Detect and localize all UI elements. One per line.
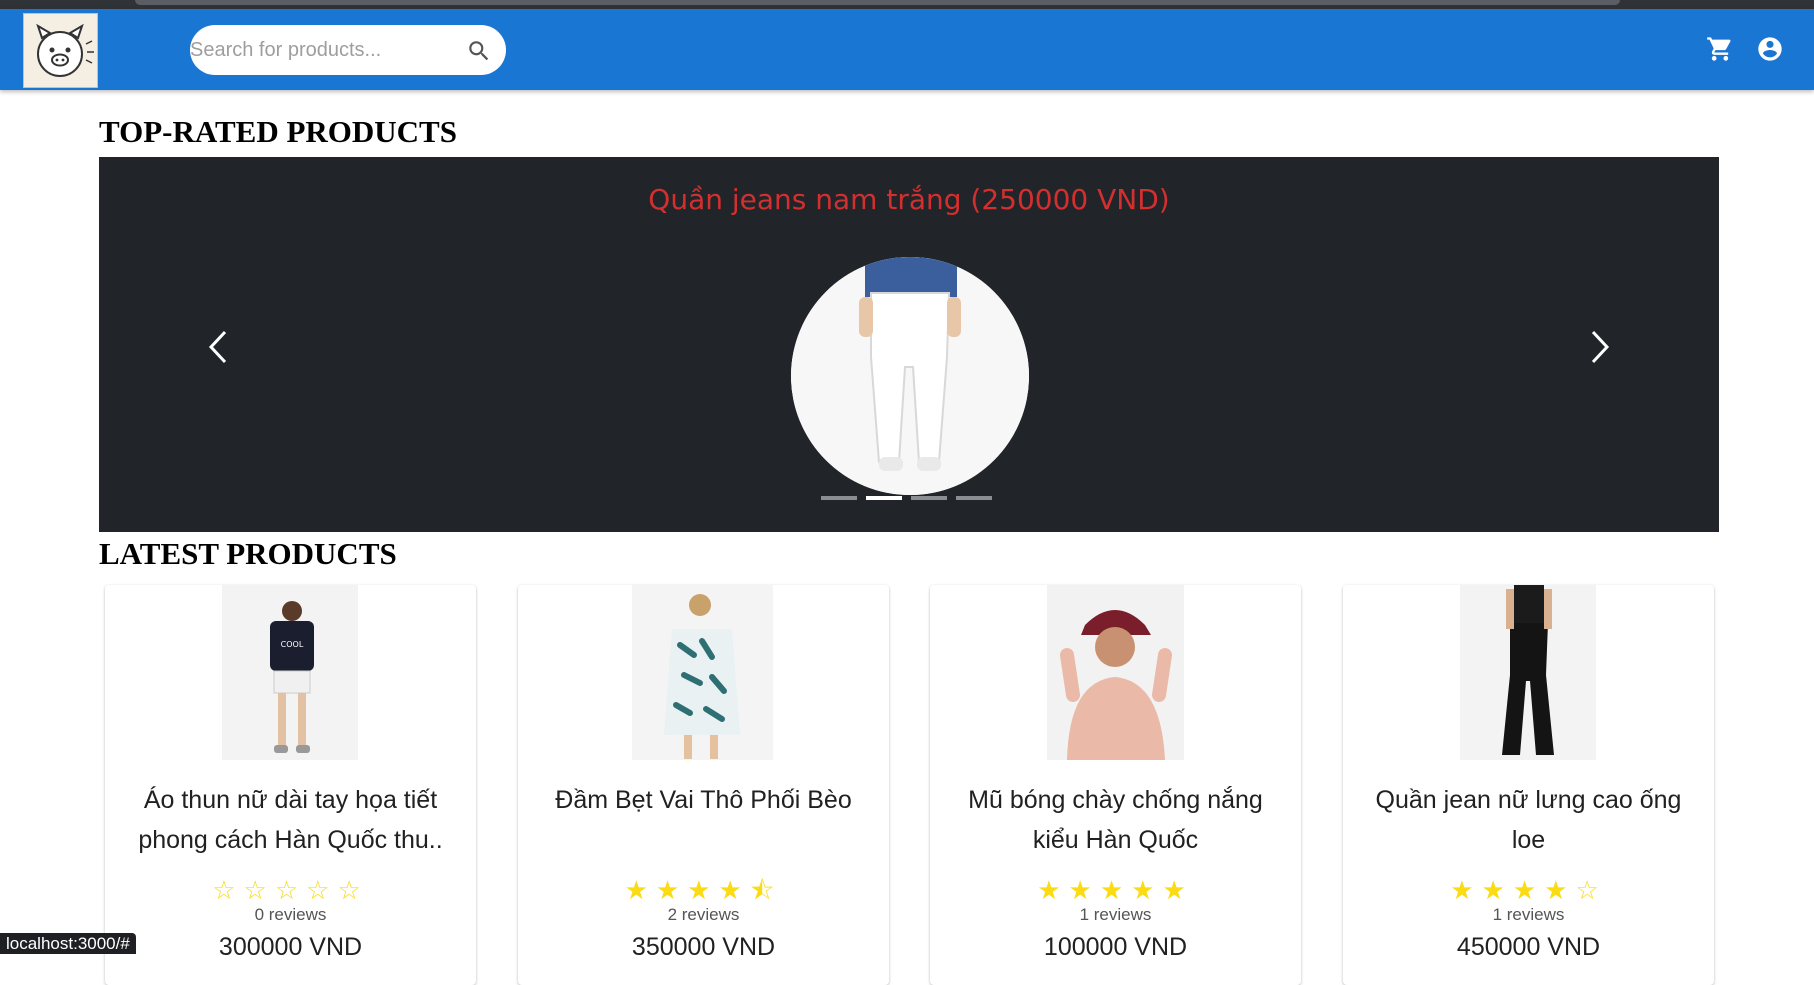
product-image[interactable] [1047, 585, 1184, 760]
search-icon[interactable] [466, 38, 492, 64]
carousel-indicator[interactable] [911, 496, 947, 500]
browser-status-url: localhost:3000/# [0, 933, 136, 954]
product-image[interactable]: COOL [222, 585, 358, 760]
review-count: 1 reviews [1079, 905, 1152, 924]
top-rated-title: TOP-RATED PRODUCTS [99, 114, 457, 149]
carousel-caption[interactable]: Quần jeans nam trắng (250000 VND) [99, 183, 1719, 216]
product-price: 300000 VND [218, 933, 363, 961]
product-name[interactable]: Áo thun nữ dài tay họa tiết phong cách H… [125, 780, 456, 860]
top-rated-carousel: Quần jeans nam trắng (250000 VND) [99, 157, 1719, 532]
carousel-indicator-active[interactable] [866, 496, 902, 500]
carousel-product-image[interactable] [791, 257, 1029, 495]
product-price: 450000 VND [1456, 933, 1601, 961]
star-rating: ★★★★★ [1037, 875, 1194, 905]
product-price: 350000 VND [631, 933, 776, 961]
app-header [0, 9, 1814, 90]
carousel-indicator[interactable] [956, 496, 992, 500]
product-card[interactable]: COOL Áo thun nữ dài tay họa tiết phong c… [105, 585, 476, 985]
product-name[interactable]: Mũ bóng chày chống nắng kiểu Hàn Quốc [950, 780, 1281, 860]
logo[interactable] [23, 13, 98, 88]
product-name[interactable]: Quần jean nữ lưng cao ống loe [1363, 780, 1694, 860]
product-name[interactable]: Đầm Bẹt Vai Thô Phối Bèo [538, 780, 869, 820]
product-card[interactable]: Quần jean nữ lưng cao ống loe ★★★★☆ 1 re… [1343, 585, 1714, 985]
product-card[interactable]: Đầm Bẹt Vai Thô Phối Bèo ★★★★⯪ 2 reviews… [518, 585, 889, 985]
svg-text:COOL: COOL [281, 640, 304, 649]
search-box [190, 25, 506, 75]
star-rating: ☆☆☆☆☆ [212, 875, 369, 905]
product-image[interactable] [1460, 585, 1596, 760]
pig-logo-icon [36, 23, 94, 77]
review-count: 1 reviews [1492, 905, 1565, 924]
shopping-cart-icon[interactable] [1706, 35, 1734, 63]
review-count: 0 reviews [254, 905, 327, 924]
carousel-prev-icon[interactable] [199, 322, 239, 372]
carousel-indicator[interactable] [821, 496, 857, 500]
account-circle-icon[interactable] [1756, 35, 1784, 63]
carousel-indicators [821, 496, 1001, 502]
product-image[interactable] [632, 585, 773, 760]
browser-tab-strip [135, 0, 1620, 5]
review-count: 2 reviews [667, 905, 740, 924]
star-rating: ★★★★☆ [1450, 875, 1607, 905]
latest-products-title: LATEST PRODUCTS [99, 536, 397, 571]
product-price: 100000 VND [1043, 933, 1188, 961]
browser-chrome [0, 0, 1814, 9]
product-card[interactable]: Mũ bóng chày chống nắng kiểu Hàn Quốc ★★… [930, 585, 1301, 985]
carousel-next-icon[interactable] [1579, 322, 1619, 372]
star-rating: ★★★★⯪ [624, 875, 783, 905]
search-input[interactable] [190, 25, 450, 75]
white-jeans-photo [791, 257, 1029, 495]
